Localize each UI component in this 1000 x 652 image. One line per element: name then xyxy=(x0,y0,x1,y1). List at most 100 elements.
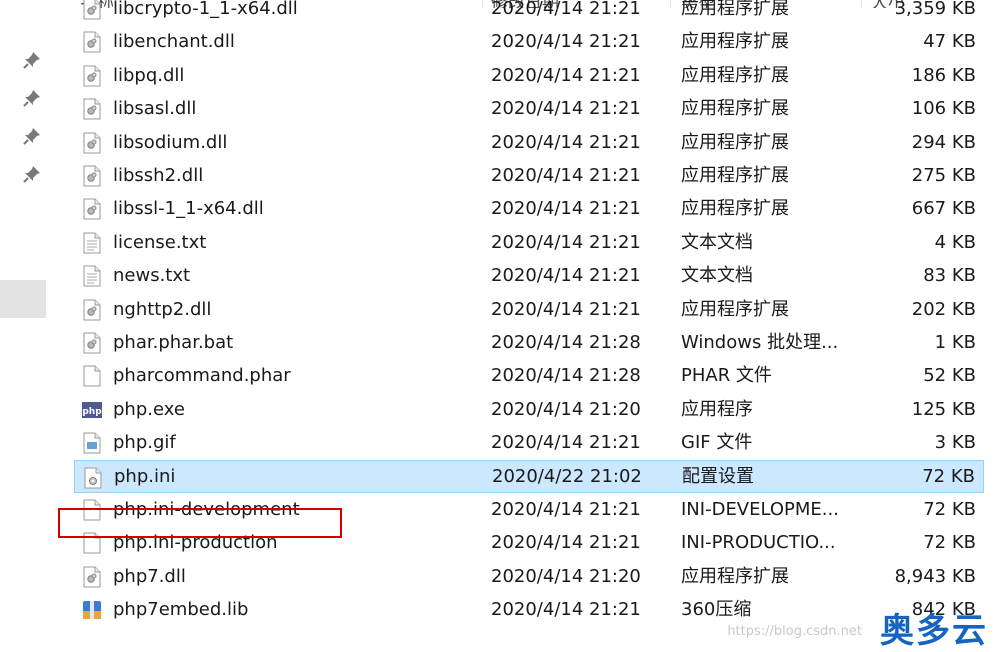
file-type: INI-DEVELOPME... xyxy=(681,499,839,520)
file-type: 应用程序扩展 xyxy=(681,31,789,53)
file-type: GIF 文件 xyxy=(681,432,753,454)
file-date-modified: 2020/4/14 21:21 xyxy=(491,532,641,554)
file-name: license.txt xyxy=(113,231,207,253)
file-date-modified: 2020/4/14 21:21 xyxy=(491,231,641,253)
file-date-modified: 2020/4/14 21:21 xyxy=(491,499,641,520)
file-size: 52 KB xyxy=(923,365,976,387)
file-size: 186 KB xyxy=(911,64,976,86)
file-row[interactable]: php7.dll 2020/4/14 21:20 应用程序扩展 8,943 KB xyxy=(74,560,984,593)
text-file-icon xyxy=(83,232,101,254)
watermark-logo: 奥多云 xyxy=(880,611,988,651)
file-type: 应用程序扩展 xyxy=(681,131,789,153)
file-date-modified: 2020/4/14 21:21 xyxy=(491,599,641,621)
file-name: libpq.dll xyxy=(113,64,185,86)
file-row[interactable]: libcrypto-1_1-x64.dll 2020/4/14 21:21 应用程序… xyxy=(74,0,984,25)
file-row[interactable]: php.ini-development 2020/4/14 21:21 INI-DE… xyxy=(74,493,984,526)
file-row[interactable]: php.ini 2020/4/22 21:02 配置设置 72 KB xyxy=(74,459,984,493)
file-name: news.txt xyxy=(113,265,191,287)
pin-icon[interactable] xyxy=(22,164,42,184)
file-row[interactable]: license.txt 2020/4/14 21:21 文本文档 4 KB xyxy=(74,226,984,259)
file-date-modified: 2020/4/14 21:21 xyxy=(491,265,641,287)
file-name: php.exe xyxy=(113,398,185,420)
file-row[interactable]: news.txt 2020/4/14 21:21 文本文档 83 KB xyxy=(74,259,984,292)
file-size: 3 KB xyxy=(934,432,976,454)
file-name: libenchant.dll xyxy=(113,31,235,53)
config-file-icon xyxy=(84,467,102,489)
file-type: 应用程序扩展 xyxy=(681,165,789,186)
file-row[interactable]: libssh2.dll 2020/4/14 21:21 应用程序扩展 275 KB xyxy=(74,159,984,192)
file-size: 275 KB xyxy=(911,165,976,186)
file-type: INI-PRODUCTIO... xyxy=(681,532,836,554)
pin-icon[interactable] xyxy=(22,126,42,146)
file-type: 应用程序扩展 xyxy=(681,0,789,19)
file-type: 应用程序扩展 xyxy=(681,98,789,120)
file-name: libssh2.dll xyxy=(113,165,204,186)
nav-selected-item[interactable] xyxy=(0,280,46,318)
batch-file-icon xyxy=(83,332,101,354)
file-type: 应用程序扩展 xyxy=(681,565,789,587)
file-row[interactable]: nghttp2.dll 2020/4/14 21:21 应用程序扩展 202 KB xyxy=(74,293,984,326)
file-type: PHAR 文件 xyxy=(681,365,772,387)
file-size: 72 KB xyxy=(923,499,976,520)
file-type: 文本文档 xyxy=(681,231,753,253)
archive-icon xyxy=(83,601,101,620)
file-name: php.gif xyxy=(113,432,176,454)
file-size: 3,359 KB xyxy=(894,0,976,19)
file-name: php7embed.lib xyxy=(113,599,249,621)
file-row[interactable]: pharcommand.phar 2020/4/14 21:28 PHAR 文件 52… xyxy=(74,359,984,392)
file-date-modified: 2020/4/14 21:28 xyxy=(491,365,641,387)
file-row[interactable]: php.gif 2020/4/14 21:21 GIF 文件 3 KB xyxy=(74,426,984,459)
file-row[interactable]: php.ini-production 2020/4/14 21:21 INI-PRO… xyxy=(74,526,984,559)
file-date-modified: 2020/4/14 21:28 xyxy=(491,332,641,353)
file-name: libssl-1_1-x64.dll xyxy=(113,198,264,220)
file-date-modified: 2020/4/14 21:21 xyxy=(491,432,641,454)
dll-icon xyxy=(83,0,101,20)
file-type: 文本文档 xyxy=(681,265,753,287)
file-type: 配置设置 xyxy=(682,465,754,487)
pin-icon[interactable] xyxy=(22,50,42,70)
blank-file-icon xyxy=(83,532,101,554)
file-name: phar.phar.bat xyxy=(113,332,234,353)
file-size: 1 KB xyxy=(934,332,976,353)
file-row[interactable]: libpq.dll 2020/4/14 21:21 应用程序扩展 186 KB xyxy=(74,59,984,92)
blank-file-icon xyxy=(83,365,101,387)
file-name: pharcommand.phar xyxy=(113,365,291,387)
file-row[interactable]: phar.phar.bat 2020/4/14 21:28 Windows 批处理.… xyxy=(74,326,984,359)
dll-icon xyxy=(83,65,101,87)
file-row[interactable]: libsodium.dll 2020/4/14 21:21 应用程序扩展 294 KB xyxy=(74,126,984,159)
file-row[interactable]: php php.exe 2020/4/14 21:20 应用程序 125 KB xyxy=(74,393,984,426)
file-date-modified: 2020/4/14 21:21 xyxy=(491,198,641,220)
dll-icon xyxy=(83,132,101,154)
file-date-modified: 2020/4/22 21:02 xyxy=(492,465,642,487)
file-name: php.ini-development xyxy=(113,499,300,520)
file-type: 应用程序 xyxy=(681,398,753,420)
file-date-modified: 2020/4/14 21:21 xyxy=(491,64,641,86)
file-name: php7.dll xyxy=(113,565,186,587)
file-name: libcrypto-1_1-x64.dll xyxy=(113,0,298,19)
file-type: 应用程序扩展 xyxy=(681,64,789,86)
file-row[interactable]: libsasl.dll 2020/4/14 21:21 应用程序扩展 106 KB xyxy=(74,92,984,125)
file-size: 294 KB xyxy=(911,131,976,153)
file-size: 4 KB xyxy=(934,231,976,253)
file-size: 83 KB xyxy=(923,265,976,287)
file-type: 应用程序扩展 xyxy=(681,198,789,220)
file-date-modified: 2020/4/14 21:21 xyxy=(491,298,641,320)
blank-file-icon xyxy=(83,499,101,521)
dll-icon xyxy=(83,98,101,120)
file-row[interactable]: libssl-1_1-x64.dll 2020/4/14 21:21 应用程序扩展 6… xyxy=(74,192,984,225)
file-row[interactable]: libenchant.dll 2020/4/14 21:21 应用程序扩展 47 KB xyxy=(74,25,984,58)
pin-icon[interactable] xyxy=(22,88,42,108)
file-name: libsodium.dll xyxy=(113,131,228,153)
file-row[interactable]: php7embed.lib 2020/4/14 21:21 360压缩 842 KB xyxy=(74,593,984,626)
file-date-modified: 2020/4/14 21:20 xyxy=(491,398,641,420)
dll-icon xyxy=(83,31,101,53)
file-date-modified: 2020/4/14 21:20 xyxy=(491,565,641,587)
file-date-modified: 2020/4/14 21:21 xyxy=(491,131,641,153)
dll-icon xyxy=(83,566,101,588)
dll-icon xyxy=(83,299,101,321)
file-date-modified: 2020/4/14 21:21 xyxy=(491,98,641,120)
file-size: 125 KB xyxy=(911,398,976,420)
file-name: nghttp2.dll xyxy=(113,298,212,320)
file-type: 360压缩 xyxy=(681,599,752,621)
file-size: 47 KB xyxy=(923,31,976,53)
